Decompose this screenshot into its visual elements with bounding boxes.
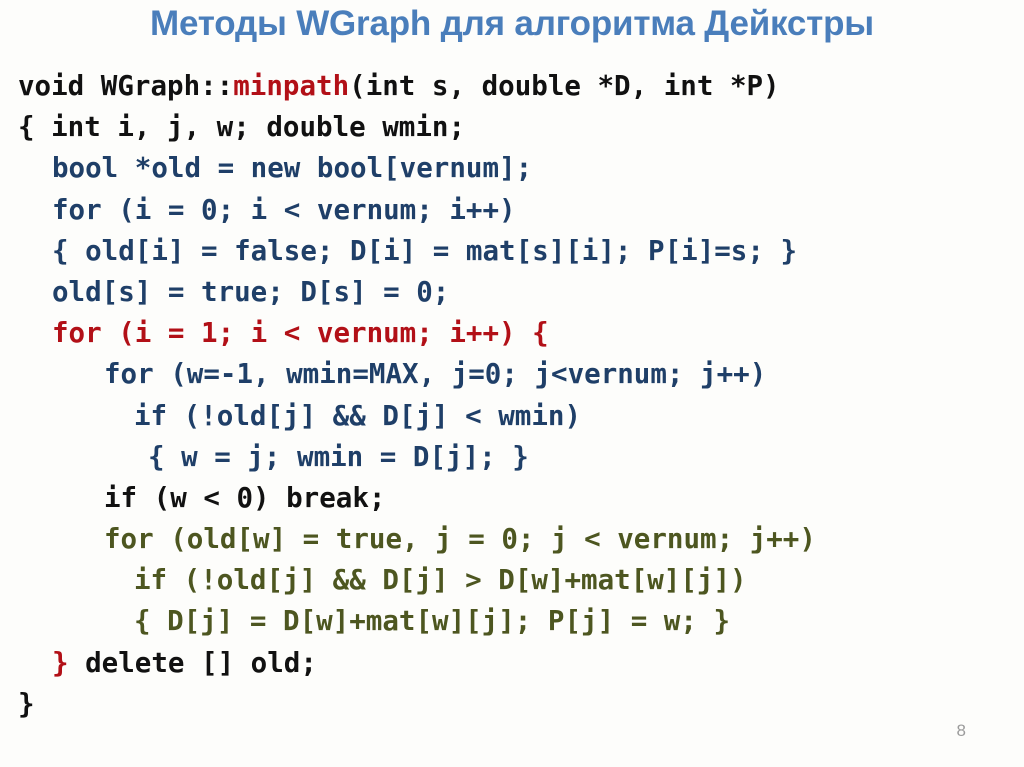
code-line: } delete [] old; <box>0 643 1024 684</box>
code-token: if (w < 0) break; <box>104 481 386 514</box>
code-token: } <box>52 646 69 679</box>
code-token: void WGraph:: <box>18 70 234 102</box>
code-token: for (i = 0; i < vernum; i++) <box>52 193 516 226</box>
code-line: if (!old[j] && D[j] > D[w]+mat[w][j]) <box>0 560 1024 601</box>
code-line: { w = j; wmin = D[j]; } <box>0 437 1024 478</box>
code-token: { int i, j, w; double wmin; <box>18 111 466 144</box>
code-token: for (w=-1, wmin=MAX, j=0; j<vernum; j++) <box>104 358 767 391</box>
page-number: 8 <box>956 721 966 740</box>
code-line: { D[j] = D[w]+mat[w][j]; P[j] = w; } <box>0 601 1024 642</box>
code-line: { old[i] = false; D[i] = mat[s][i]; P[i]… <box>0 231 1024 272</box>
code-block: void WGraph::minpath(int s, double *D, i… <box>0 66 1024 725</box>
code-token: delete [] old; <box>68 646 317 679</box>
code-token: (int s, double *D, int *P) <box>349 70 780 102</box>
code-line: void WGraph::minpath(int s, double *D, i… <box>0 66 1024 107</box>
code-line: for (i = 1; i < vernum; i++) { <box>0 313 1024 354</box>
code-line: old[s] = true; D[s] = 0; <box>0 272 1024 313</box>
code-token: } <box>18 687 35 720</box>
code-line: for (old[w] = true, j = 0; j < vernum; j… <box>0 519 1024 560</box>
code-token: bool *old = new bool[vernum]; <box>52 152 533 185</box>
code-token: if (!old[j] && D[j] < wmin) <box>134 399 582 432</box>
code-line: for (i = 0; i < vernum; i++) <box>0 190 1024 231</box>
code-token: { D[j] = D[w]+mat[w][j]; P[j] = w; } <box>134 605 731 638</box>
slide: Методы WGraph для алгоритма Дейкстры voi… <box>0 0 1024 767</box>
page-title: Методы WGraph для алгоритма Дейкстры <box>150 4 874 43</box>
code-token: for (i = 1; i < vernum; i++) { <box>52 317 549 350</box>
code-token: old[s] = true; D[s] = 0; <box>52 275 450 308</box>
code-line: } <box>0 684 1024 725</box>
code-line: for (w=-1, wmin=MAX, j=0; j<vernum; j++) <box>0 354 1024 395</box>
code-token: { old[i] = false; D[i] = mat[s][i]; P[i]… <box>52 234 798 267</box>
code-line: { int i, j, w; double wmin; <box>0 107 1024 148</box>
code-line: bool *old = new bool[vernum]; <box>0 148 1024 189</box>
code-line: if (w < 0) break; <box>0 478 1024 519</box>
code-token: minpath <box>233 70 350 102</box>
code-token: for (old[w] = true, j = 0; j < vernum; j… <box>104 523 816 556</box>
code-line: if (!old[j] && D[j] < wmin) <box>0 396 1024 437</box>
code-token: if (!old[j] && D[j] > D[w]+mat[w][j]) <box>134 564 747 597</box>
code-token: { w = j; wmin = D[j]; } <box>148 440 529 473</box>
